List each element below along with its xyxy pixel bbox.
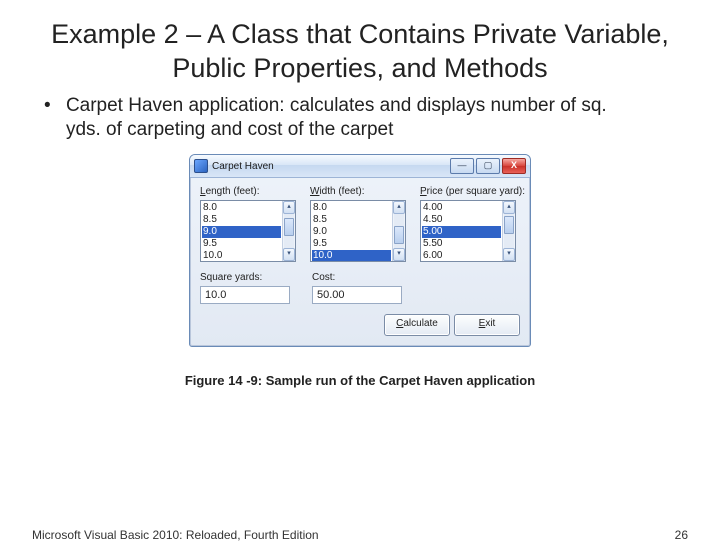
bullet-row: • Carpet Haven application: calculates a… [44, 94, 676, 143]
scroll-up-icon[interactable]: ▴ [503, 201, 515, 214]
width-label: Width (feet): [310, 186, 410, 197]
list-item[interactable]: 9.5 [313, 238, 390, 250]
list-item[interactable]: 4.00 [423, 202, 500, 214]
list-item[interactable]: 9.0 [202, 226, 281, 238]
square-yards-output: 10.0 [200, 286, 290, 304]
list-item[interactable]: 10.0 [312, 250, 391, 261]
calculate-button[interactable]: Calculate [384, 314, 450, 336]
scroll-down-icon[interactable]: ▾ [393, 248, 405, 261]
scroll-down-icon[interactable]: ▾ [283, 248, 295, 261]
minimize-button[interactable]: — [450, 158, 474, 174]
list-item[interactable]: 8.5 [203, 214, 280, 226]
bullet-text: Carpet Haven application: calculates and… [66, 94, 646, 143]
width-listbox[interactable]: 8.08.59.09.510.0 ▴ ▾ [310, 200, 406, 262]
price-scrollbar[interactable]: ▴ ▾ [502, 201, 515, 261]
price-label: Price (per square yard): [420, 186, 520, 197]
exit-button[interactable]: Exit [454, 314, 520, 336]
square-yards-label: Square yards: [200, 272, 290, 283]
window-title: Carpet Haven [212, 161, 450, 172]
list-item[interactable]: 6.00 [423, 250, 500, 261]
scroll-up-icon[interactable]: ▴ [283, 201, 295, 214]
length-label: Length (feet): [200, 186, 300, 197]
slide-title: Example 2 – A Class that Contains Privat… [40, 18, 680, 86]
app-window: Carpet Haven — ▢ X Length (feet): 8.08.5… [189, 154, 531, 347]
width-scrollbar[interactable]: ▴ ▾ [392, 201, 405, 261]
list-item[interactable]: 8.0 [203, 202, 280, 214]
scroll-down-icon[interactable]: ▾ [503, 248, 515, 261]
cost-label: Cost: [312, 272, 402, 283]
list-item[interactable]: 5.00 [422, 226, 501, 238]
list-item[interactable]: 8.0 [313, 202, 390, 214]
list-item[interactable]: 9.5 [203, 238, 280, 250]
price-listbox[interactable]: 4.004.505.005.506.00 ▴ ▾ [420, 200, 516, 262]
list-item[interactable]: 9.0 [313, 226, 390, 238]
scroll-up-icon[interactable]: ▴ [393, 201, 405, 214]
bullet-dot: • [44, 94, 51, 118]
close-button[interactable]: X [502, 158, 526, 174]
list-item[interactable]: 8.5 [313, 214, 390, 226]
figure-caption: Figure 14 -9: Sample run of the Carpet H… [0, 373, 720, 388]
maximize-button[interactable]: ▢ [476, 158, 500, 174]
list-item[interactable]: 4.50 [423, 214, 500, 226]
cost-output: 50.00 [312, 286, 402, 304]
length-scrollbar[interactable]: ▴ ▾ [282, 201, 295, 261]
list-item[interactable]: 5.50 [423, 238, 500, 250]
list-item[interactable]: 10.0 [203, 250, 280, 261]
length-listbox[interactable]: 8.08.59.09.510.0 ▴ ▾ [200, 200, 296, 262]
app-icon [194, 159, 208, 173]
titlebar: Carpet Haven — ▢ X [190, 155, 530, 178]
